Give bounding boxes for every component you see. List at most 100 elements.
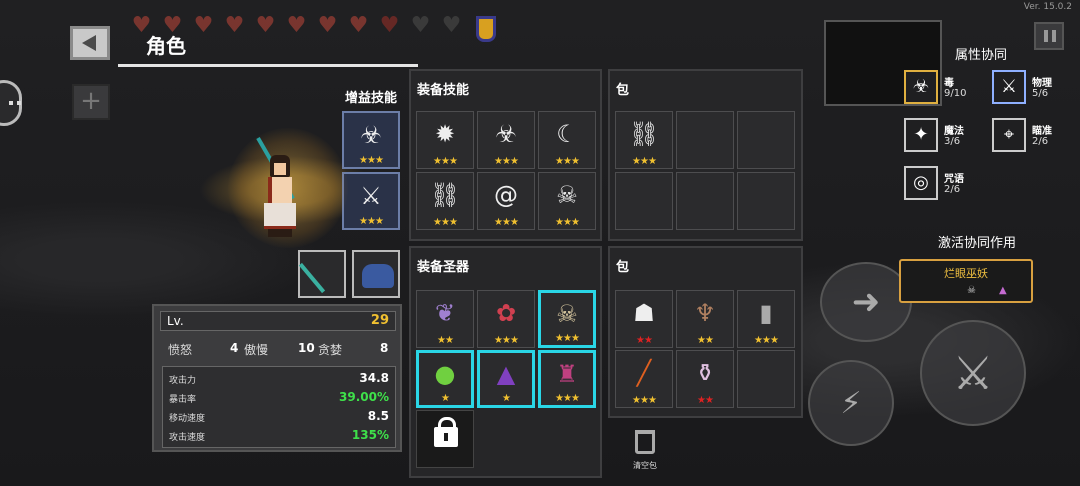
pet-slot[interactable] xyxy=(352,250,400,298)
back-button[interactable] xyxy=(70,26,110,60)
skill-slot[interactable]: ☾ ★★★ xyxy=(538,111,596,169)
star-rating: ★ xyxy=(502,393,511,404)
skull-burst-icon: ☠ xyxy=(556,181,578,210)
panel-title: 装备技能 xyxy=(417,83,470,98)
synergy-title: 属性协同 xyxy=(955,48,1008,63)
bonus-skill-slot[interactable]: ☣ ★★★ xyxy=(342,111,400,169)
attr-value: 135% xyxy=(351,428,389,442)
relic-slot[interactable]: ☠ ★★★ xyxy=(538,290,596,348)
skill-slot[interactable]: ⛓ ★★★ xyxy=(416,172,474,230)
attr-label: 攻击力 xyxy=(169,376,197,386)
bag-slot[interactable]: ⚱ ★★ xyxy=(676,350,734,408)
title-underline xyxy=(118,64,418,67)
synergy-name: 咒语 xyxy=(944,174,964,185)
heart-icon: ♥ xyxy=(317,13,338,38)
skill-slot[interactable]: ☠ ★★★ xyxy=(538,172,596,230)
locked-slot[interactable] xyxy=(416,410,474,468)
add-button[interactable]: + xyxy=(72,84,110,120)
empty-heart-icon: ♥ xyxy=(410,13,431,38)
star-rating: ★★ xyxy=(437,335,454,346)
spear-icon xyxy=(298,262,326,294)
panel-title: 装备圣器 xyxy=(417,260,470,275)
star-rating: ★★ xyxy=(636,335,653,346)
star-rating: ★★★ xyxy=(433,156,458,167)
clear-bag-button[interactable]: 清空包 xyxy=(630,430,660,480)
bag-slot-empty[interactable] xyxy=(737,111,795,169)
empty-heart-icon: ♥ xyxy=(441,13,462,38)
chain-link-icon: ⛓ xyxy=(628,120,660,149)
bag-slot-empty[interactable] xyxy=(737,172,795,230)
synergy-count: 2/6 xyxy=(1032,136,1049,147)
star-rating: ★★★ xyxy=(433,217,458,228)
synergy-physical[interactable]: ⚔ 物理 5/6 xyxy=(992,70,1080,110)
attr-value: 34.8 xyxy=(359,371,389,385)
active-synergy-name: 烂眼巫妖 xyxy=(944,267,988,280)
bag-slot[interactable]: ♆ ★★ xyxy=(676,290,734,348)
synergy-count: 3/6 xyxy=(944,136,961,147)
synergy-magic[interactable]: ✦ 魔法 3/6 xyxy=(904,118,1000,158)
synergy-poison[interactable]: ☣ 毒 9/10 xyxy=(904,70,1000,110)
bag-slot-empty[interactable] xyxy=(615,172,673,230)
stats-panel: Lv. 29 愤怒 4 傲慢 10 贪婪 8 攻击力 34.8 暴击率 39.0… xyxy=(152,304,402,452)
boot-icon[interactable]: ⚡ xyxy=(808,360,894,446)
heart-icon: ♥ xyxy=(348,13,369,38)
star-rating: ★★★ xyxy=(555,333,580,344)
weapon-slot[interactable] xyxy=(298,250,346,298)
attr-value: 8.5 xyxy=(367,409,389,423)
attributes-box: 攻击力 34.8 暴击率 39.00% 移动速度 8.5 攻击速度 135% xyxy=(162,366,396,448)
relic-slot[interactable]: ● ★ xyxy=(416,350,474,408)
bag-slot[interactable]: ╱ ★★★ xyxy=(615,350,673,408)
synergy-count: 2/6 xyxy=(944,184,961,195)
biohazard-icon: ☣ xyxy=(495,120,517,149)
crossed-weapons-icon: ⚔ xyxy=(360,181,382,210)
relic-slot[interactable]: ▲ ★ xyxy=(477,350,535,408)
attack-button[interactable]: ⚔ xyxy=(920,320,1026,426)
curse-eye-icon: ◎ xyxy=(904,166,938,200)
relic-slot[interactable]: ♜ ★★★ xyxy=(538,350,596,408)
skill-slot[interactable]: @ ★★★ xyxy=(477,172,535,230)
pause-button[interactable] xyxy=(1034,22,1064,50)
biohazard-scythe-icon: ☣ xyxy=(360,120,382,149)
synergy-curse[interactable]: ◎ 咒语 2/6 xyxy=(904,166,1000,206)
purple-cloak-icon: ▲ xyxy=(496,359,516,388)
bag-slot[interactable]: ☗ ★★ xyxy=(615,290,673,348)
pride-label: 傲慢 xyxy=(244,343,269,357)
feather-icon: ❦ xyxy=(434,299,456,328)
bonus-skill-slot[interactable]: ⚔ ★★★ xyxy=(342,172,400,230)
star-rating: ★★★ xyxy=(754,335,779,346)
bag-slot-empty[interactable] xyxy=(737,350,795,408)
biohazard-icon: ☣ xyxy=(904,70,938,104)
page-title: 角色 xyxy=(146,34,186,58)
bag-slot-empty[interactable] xyxy=(676,172,734,230)
star-rating: ★★ xyxy=(697,395,714,406)
synergy-aim[interactable]: ⌖ 瞄准 2/6 xyxy=(992,118,1080,158)
star-rating: ★★★ xyxy=(555,156,580,167)
trash-icon xyxy=(635,430,655,454)
active-synergy-box[interactable]: 烂眼巫妖 ☠ ▲ xyxy=(899,259,1033,303)
bag-slot[interactable]: ⛓ ★★★ xyxy=(615,111,673,169)
star-rating: ★★★ xyxy=(359,155,384,166)
heart-icon: ♥ xyxy=(286,13,307,38)
synergy-name: 毒 xyxy=(944,78,954,89)
skill-slot[interactable]: ☣ ★★★ xyxy=(477,111,535,169)
bonus-skills-label: 增益技能 xyxy=(345,91,398,106)
star-rating: ★★★ xyxy=(632,156,657,167)
star-rating: ★ xyxy=(441,393,450,404)
star-diamond-icon: ✦ xyxy=(904,118,938,152)
spiked-wreath-icon: ✹ xyxy=(434,120,456,149)
star-rating: ★★★ xyxy=(555,393,580,404)
back-arrow-icon xyxy=(82,35,96,51)
relic-slot[interactable]: ❦ ★★ xyxy=(416,290,474,348)
bag-slot[interactable]: ▮ ★★★ xyxy=(737,290,795,348)
synergy-name: 魔法 xyxy=(944,126,964,137)
synergy-name: 物理 xyxy=(1032,78,1052,89)
skill-slot[interactable]: ✹ ★★★ xyxy=(416,111,474,169)
clear-bag-label: 清空包 xyxy=(633,461,657,470)
crit-rate-row: 暴击率 39.00% xyxy=(169,390,391,411)
relic-slot[interactable]: ✿ ★★★ xyxy=(477,290,535,348)
bag-slot-empty[interactable] xyxy=(676,111,734,169)
attr-label: 攻击速度 xyxy=(169,433,206,443)
potion-icon: ▲ xyxy=(999,285,1007,296)
synergy-count: 5/6 xyxy=(1032,88,1049,99)
white-mask-icon: ☗ xyxy=(633,299,655,328)
